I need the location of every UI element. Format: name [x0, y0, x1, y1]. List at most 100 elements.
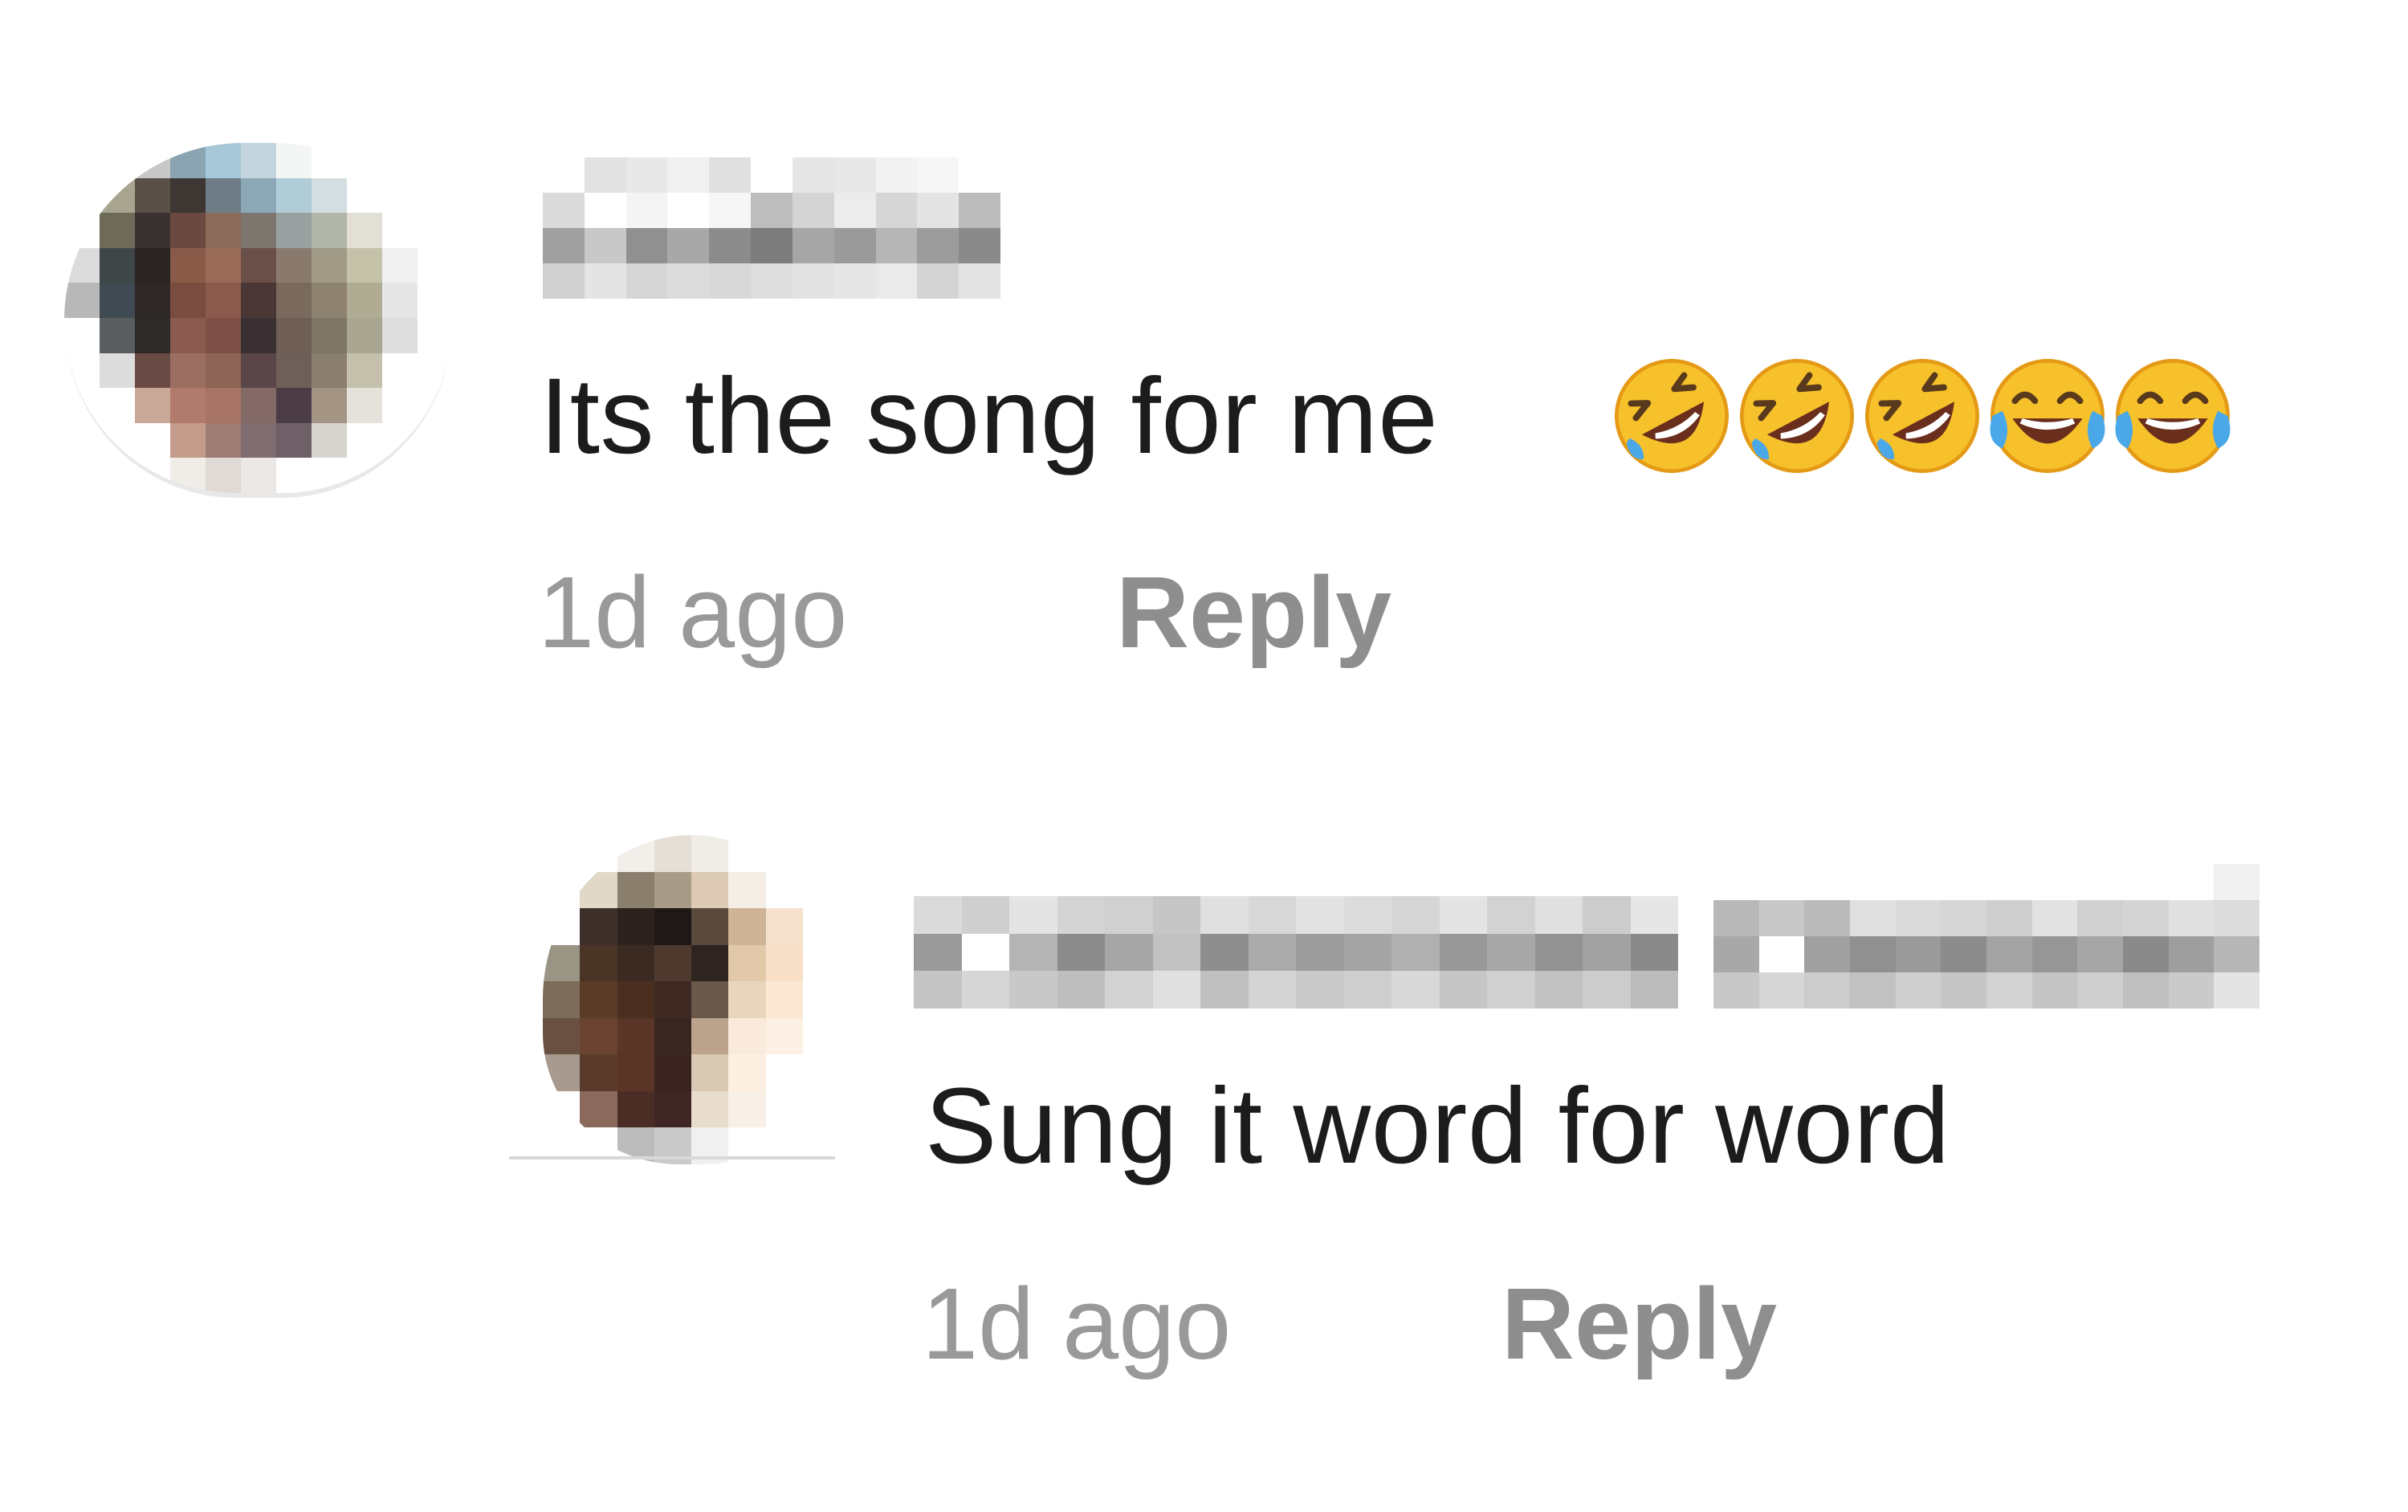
avatar-pixel — [241, 143, 276, 178]
username-pixel — [1986, 864, 2032, 900]
username-pixel — [2168, 864, 2214, 900]
avatar-pixel — [543, 835, 581, 872]
username-pixel — [792, 228, 834, 263]
username-pixel — [709, 157, 752, 193]
avatar-pixel — [654, 1054, 691, 1091]
avatar-pixel — [382, 353, 418, 389]
username-pixel — [584, 193, 626, 228]
divider — [509, 1156, 835, 1159]
avatar-pixel — [580, 1054, 617, 1091]
avatar-pixel — [765, 981, 803, 1018]
username-pixel — [2168, 936, 2214, 972]
username-pixel — [1248, 896, 1296, 934]
username-pixel — [2214, 900, 2259, 936]
avatar-pixel — [241, 213, 276, 248]
username-pixel — [1850, 936, 1896, 972]
avatar-pixel — [802, 1017, 840, 1055]
rolling-on-floor-laughing-emoji-icon — [1609, 353, 1734, 479]
avatar[interactable] — [543, 835, 840, 1164]
avatar-pixel — [276, 213, 312, 248]
avatar-pixel — [691, 981, 729, 1018]
avatar-pixel — [691, 835, 729, 872]
rolling-on-floor-laughing-emoji-icon — [1734, 353, 1860, 479]
reply-button[interactable]: Reply — [1501, 1274, 1777, 1375]
avatar-pixel — [382, 143, 418, 178]
username-pixel — [1895, 972, 1941, 1009]
username-pixel — [1248, 933, 1296, 972]
username-pixel — [2168, 972, 2214, 1009]
username-pixel — [1630, 971, 1678, 1009]
avatar-pixel — [580, 981, 617, 1018]
username-pixel — [1391, 971, 1440, 1009]
username-pixel-row — [1713, 864, 2259, 900]
avatar-pixel — [347, 283, 382, 318]
avatar-pixel — [802, 835, 840, 872]
username-pixel — [584, 263, 626, 299]
avatar-pixel — [241, 353, 276, 389]
avatar-pixel — [312, 177, 347, 214]
reply-button[interactable]: Reply — [1116, 562, 1391, 663]
avatar-pixel — [135, 388, 170, 423]
username-pixel — [751, 263, 792, 299]
username-pixel — [1758, 864, 1805, 900]
avatar-pixel — [170, 388, 206, 423]
avatar-pixel — [691, 1017, 729, 1055]
avatar-pixel — [206, 283, 241, 318]
avatar-pixel — [276, 422, 312, 458]
avatar-pixel — [802, 981, 840, 1018]
username-pixel — [1758, 972, 1805, 1009]
avatar-pixel — [276, 388, 312, 423]
avatar-pixel — [100, 213, 135, 248]
username-pixel — [2214, 936, 2259, 972]
avatar-pixel — [580, 1090, 617, 1128]
username-pixel — [1487, 896, 1535, 934]
avatar-pixel — [276, 317, 312, 353]
avatar-pixel — [170, 247, 206, 283]
username-pixel — [709, 263, 752, 299]
username-pixel — [2031, 900, 2078, 936]
avatar-pixel — [382, 283, 418, 318]
avatar-pixel — [654, 871, 691, 909]
username-pixel — [914, 971, 962, 1009]
avatar-pixel — [543, 944, 581, 982]
avatar-pixel — [135, 143, 170, 178]
avatar-pixel — [347, 213, 382, 248]
username-pixel — [543, 157, 585, 193]
username-pixel-row — [914, 933, 1678, 972]
username-pixel — [667, 263, 710, 299]
username-pixel — [1057, 896, 1105, 934]
username-redacted[interactable] — [1713, 864, 2259, 1009]
avatar-pixel — [100, 458, 135, 493]
avatar-pixel — [654, 835, 691, 872]
avatar-pixel — [170, 177, 206, 214]
username-pixel — [959, 193, 1000, 228]
avatar[interactable] — [64, 143, 453, 498]
avatar-pixel — [691, 1090, 729, 1128]
username-pixel — [1630, 896, 1678, 934]
username-pixel — [959, 228, 1000, 263]
avatar-pixel — [418, 353, 453, 389]
username-redacted[interactable] — [543, 157, 1000, 299]
username-pixel — [875, 228, 918, 263]
username-pixel — [833, 193, 876, 228]
avatar-pixel — [312, 143, 347, 178]
avatar-pixel — [206, 213, 241, 248]
username-pixel — [792, 263, 834, 299]
avatar-pixel — [765, 1054, 803, 1091]
avatar-pixel — [765, 1090, 803, 1128]
username-pixel — [1895, 900, 1941, 936]
avatar-pixel — [418, 247, 453, 283]
avatar-pixel — [617, 1017, 654, 1055]
avatar-pixel — [654, 1090, 691, 1128]
avatar-pixel — [170, 143, 206, 178]
avatar-pixel — [64, 213, 100, 248]
username-pixel — [667, 193, 710, 228]
avatar-pixel — [276, 458, 312, 493]
avatar-pixel — [135, 317, 170, 353]
username-pixel — [1758, 936, 1805, 972]
username-pixel — [1296, 971, 1344, 1009]
avatar-pixel — [580, 944, 617, 982]
avatar-pixel — [64, 247, 100, 283]
avatar-pixel — [580, 835, 617, 872]
username-redacted[interactable] — [914, 896, 1678, 1009]
